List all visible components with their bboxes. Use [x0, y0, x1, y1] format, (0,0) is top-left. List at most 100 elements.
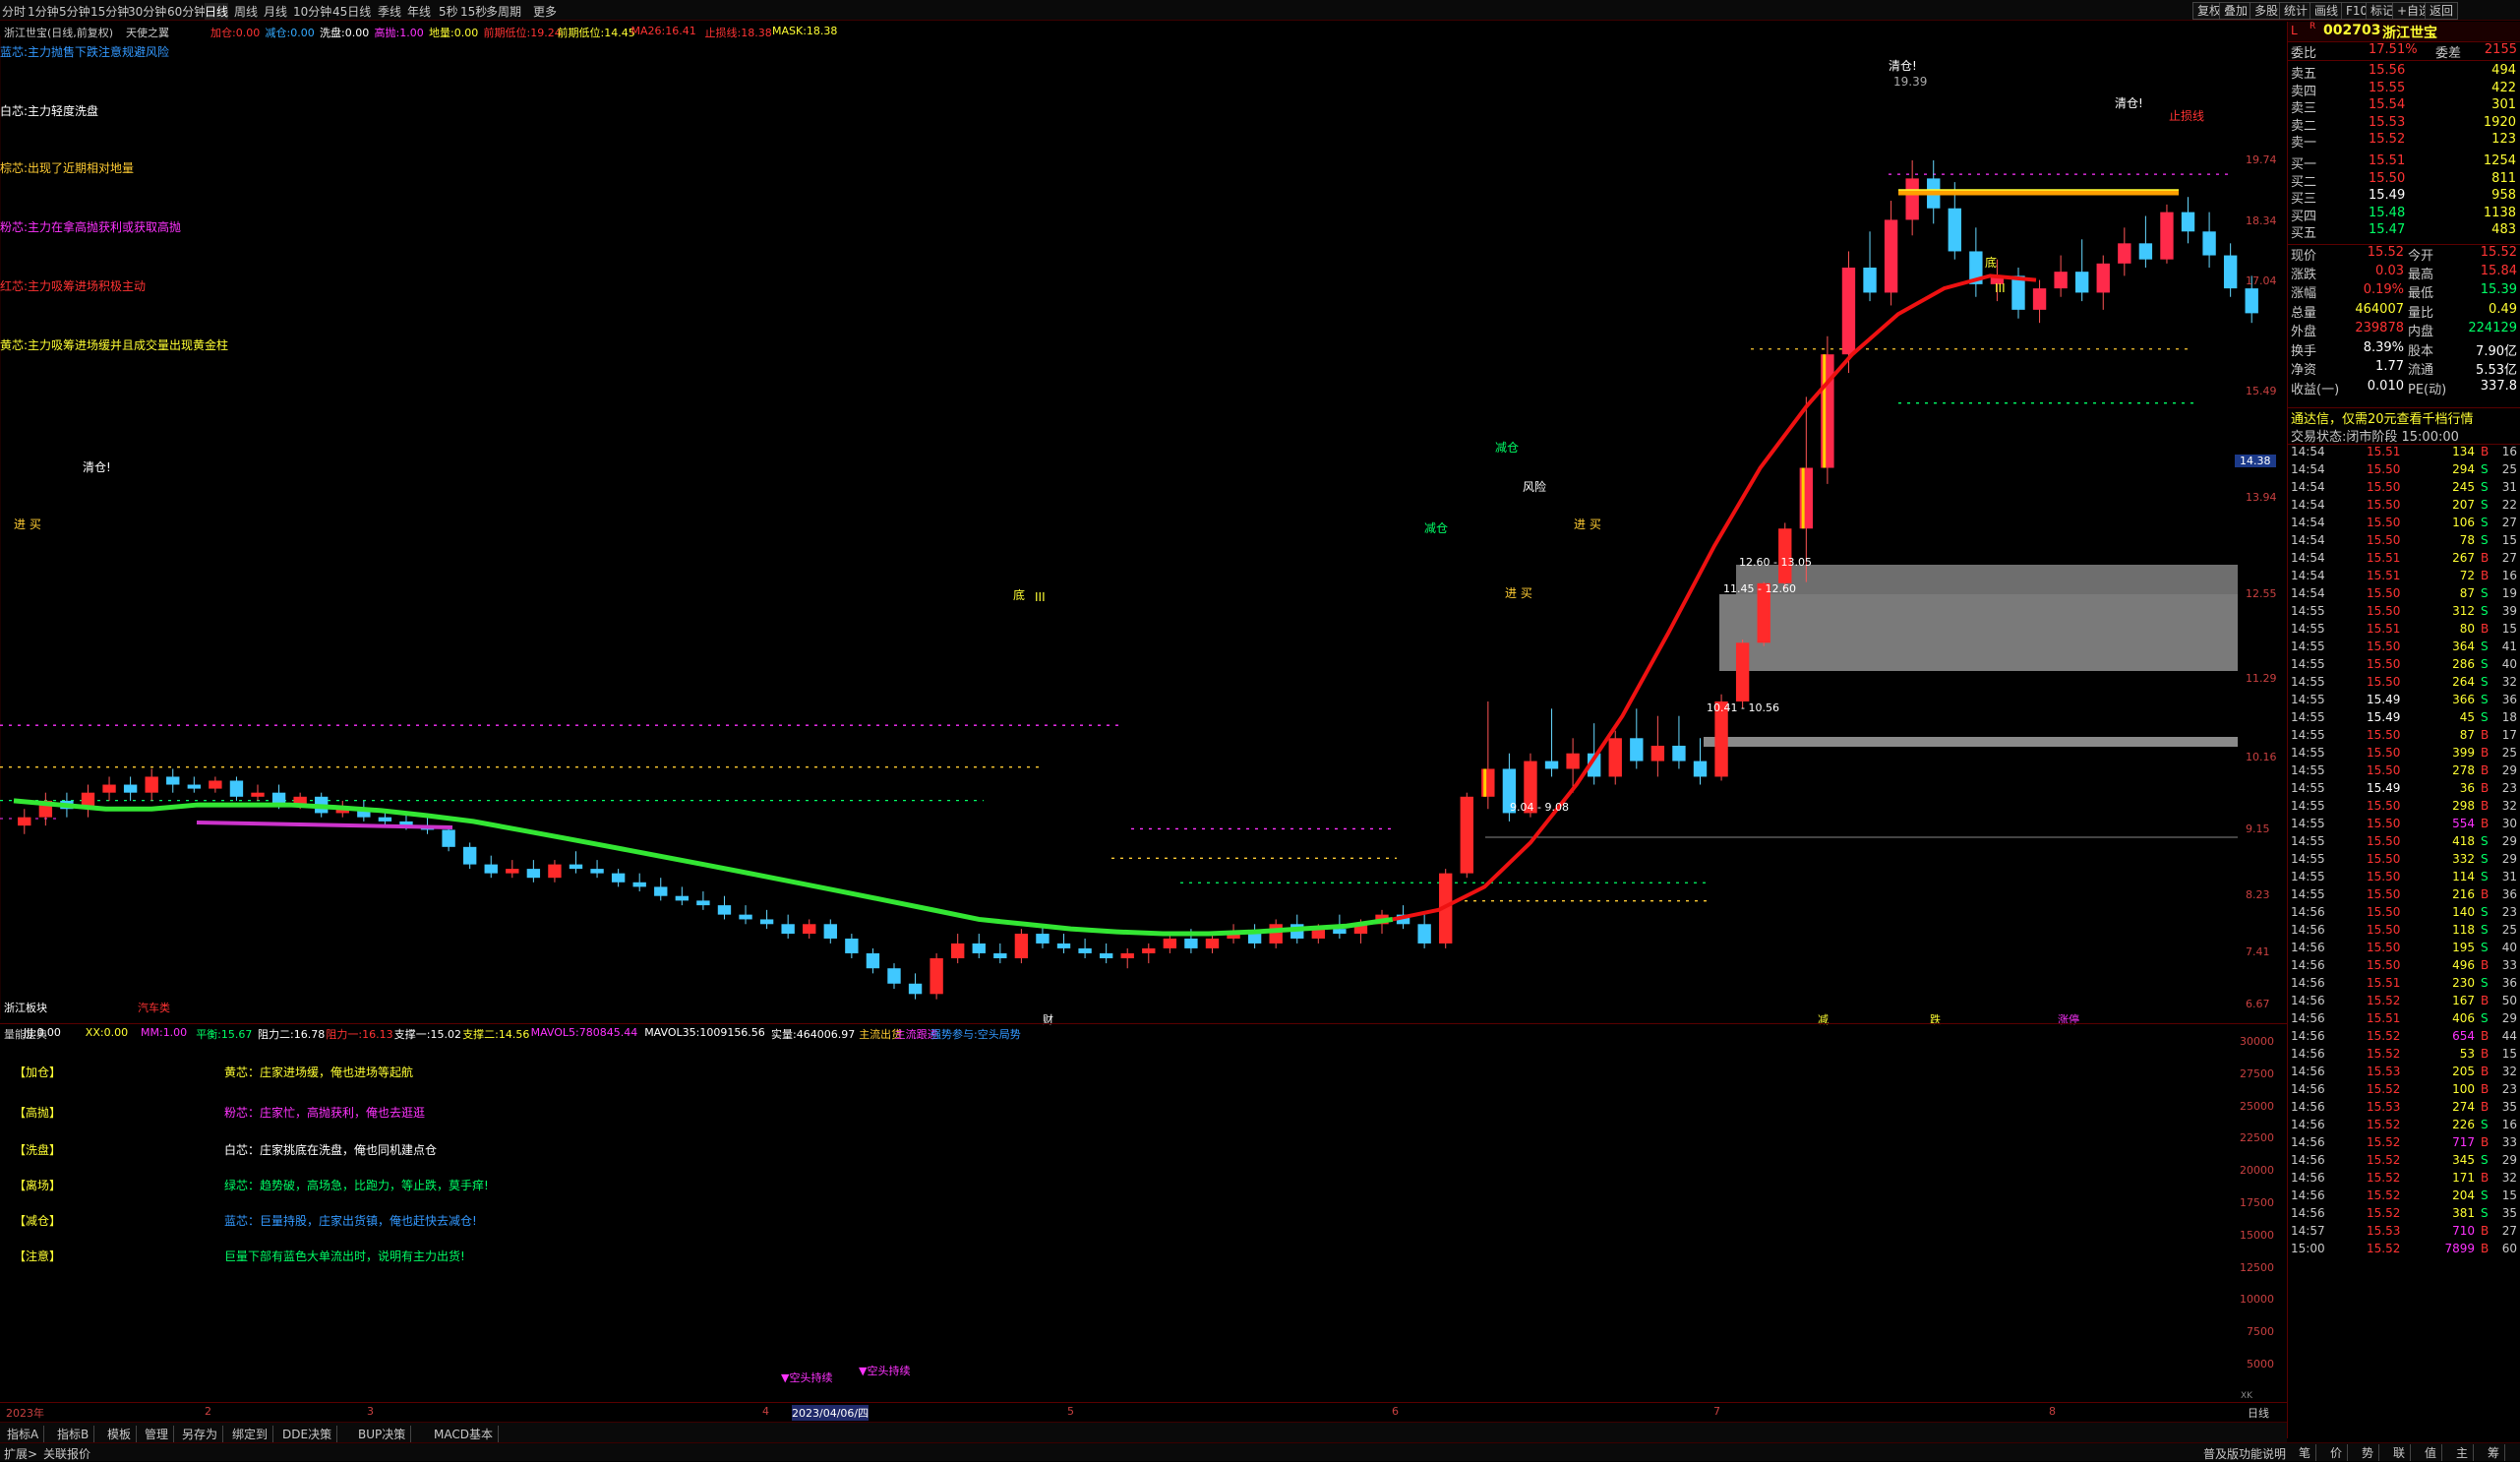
- panel-tab[interactable]: 势: [2357, 1444, 2380, 1461]
- tick-side: B: [2481, 887, 2490, 901]
- tick-time: 14:56: [2291, 923, 2325, 937]
- tick-side: B: [2481, 569, 2490, 582]
- tick-count: 32: [2501, 1171, 2517, 1185]
- bid-row: 买二 15.50 811: [2288, 171, 2520, 190]
- tick-time: 14:55: [2291, 817, 2325, 830]
- tick-count: 18: [2501, 710, 2517, 724]
- toolbar-button[interactable]: 返回: [2425, 2, 2459, 20]
- tick-row: 14:55 15.49 36 B 23: [2288, 781, 2520, 799]
- toolbar-button[interactable]: 多股: [2250, 2, 2284, 20]
- toolbar-button[interactable]: 叠加: [2219, 2, 2253, 20]
- tick-count: 33: [2501, 1135, 2517, 1149]
- tick-row: 14:56 15.53 205 B 32: [2288, 1065, 2520, 1082]
- indicator-tab[interactable]: DDE决策: [277, 1426, 338, 1442]
- tick-side: B: [2481, 1047, 2490, 1061]
- bid-label: 买四: [2291, 209, 2317, 224]
- tick-side: S: [2481, 1011, 2489, 1025]
- indicator-tab[interactable]: 指标A: [2, 1426, 45, 1442]
- toolbar-button[interactable]: 统计: [2279, 2, 2313, 20]
- period-tab[interactable]: 45日线: [332, 3, 371, 20]
- panel-tab[interactable]: 主: [2451, 1444, 2475, 1461]
- period-tab[interactable]: 30分钟: [128, 3, 166, 20]
- tick-time: 14:56: [2291, 1100, 2325, 1114]
- panel-tab[interactable]: 联: [2388, 1444, 2412, 1461]
- tick-price: 15.52: [2367, 1047, 2401, 1061]
- period-tab[interactable]: 月线: [264, 3, 287, 20]
- tick-count: 29: [2501, 1153, 2517, 1167]
- tick-price: 15.52: [2367, 1242, 2401, 1255]
- candle: [739, 914, 752, 920]
- tick-time: 14:54: [2291, 462, 2325, 476]
- tick-price: 15.50: [2367, 817, 2401, 830]
- related-quote-button[interactable]: 关联报价: [43, 1445, 90, 1462]
- tick-volume: 134: [2452, 445, 2475, 458]
- tick-side: S: [2481, 675, 2489, 689]
- kline-chart[interactable]: [0, 35, 2282, 1019]
- period-tab[interactable]: 更多: [533, 3, 557, 20]
- tick-side: B: [2481, 817, 2490, 830]
- period-tab[interactable]: 分时: [2, 3, 26, 20]
- tick-row: 14:54 15.51 72 B 16: [2288, 569, 2520, 586]
- chart-mark: 底: [1985, 256, 1998, 270]
- candle: [2032, 288, 2047, 310]
- tick-volume: 195: [2452, 941, 2475, 954]
- period-tab[interactable]: 10分钟: [293, 3, 331, 20]
- candle: [1036, 934, 1050, 944]
- tick-price: 15.52: [2367, 1118, 2401, 1131]
- expand-button[interactable]: 扩展>: [4, 1445, 37, 1462]
- tick-time: 14:55: [2291, 746, 2325, 760]
- tick-row: 14:56 15.52 167 B 50: [2288, 994, 2520, 1011]
- stat-label: 现价: [2291, 249, 2317, 264]
- tick-volume: 118: [2452, 923, 2475, 937]
- tick-price: 15.50: [2367, 799, 2401, 813]
- indicator-tab[interactable]: 管理: [140, 1426, 175, 1442]
- period-tab[interactable]: 周线: [234, 3, 258, 20]
- panel-tab[interactable]: 筹: [2483, 1444, 2506, 1461]
- indicator-tab[interactable]: 指标B: [52, 1426, 95, 1442]
- indicator-tab[interactable]: MACD基本: [429, 1426, 499, 1442]
- stat-label: 最低: [2408, 286, 2434, 301]
- chart-bottom-mark: 跌: [1930, 1013, 1941, 1026]
- period-tab[interactable]: 多周期: [486, 3, 521, 20]
- tick-row: 14:56 15.52 717 B 33: [2288, 1135, 2520, 1153]
- candle: [145, 776, 158, 793]
- tick-row: 14:56 15.50 140 S 23: [2288, 905, 2520, 923]
- ask-label: 卖二: [2291, 118, 2317, 134]
- tick-row: 14:54 15.50 106 S 27: [2288, 516, 2520, 533]
- candle: [759, 919, 774, 925]
- zone-box: [1719, 594, 2238, 671]
- tick-time: 14:55: [2291, 640, 2325, 653]
- period-tab[interactable]: 15分钟: [90, 3, 129, 20]
- panel-tab[interactable]: 笔: [2294, 1444, 2317, 1461]
- period-tab[interactable]: 5分钟: [59, 3, 90, 20]
- candle: [1735, 642, 1750, 701]
- panel-tab[interactable]: 值: [2420, 1444, 2443, 1461]
- stat-label: 总量: [2291, 305, 2317, 321]
- notice-text: 通达信，仅需20元查看千档行情: [2291, 412, 2474, 427]
- tick-row: 14:56 15.52 226 S 16: [2288, 1118, 2520, 1135]
- tick-time: 14:55: [2291, 622, 2325, 636]
- period-tab[interactable]: 年线: [407, 3, 431, 20]
- upgrade-notice[interactable]: 通达信，仅需20元查看千档行情: [2288, 407, 2520, 427]
- panel-tab[interactable]: 价: [2325, 1444, 2349, 1461]
- tick-volume: 554: [2452, 817, 2475, 830]
- period-tab[interactable]: 15秒: [460, 3, 487, 20]
- tick-volume: 204: [2452, 1188, 2475, 1202]
- webi-label: 委比: [2291, 46, 2317, 61]
- period-tab[interactable]: 5秒: [439, 3, 458, 20]
- candle: [442, 829, 455, 847]
- tick-row: 14:55 15.50 278 B 29: [2288, 763, 2520, 781]
- period-tab[interactable]: 1分钟: [28, 3, 59, 20]
- tick-price: 15.52: [2367, 994, 2401, 1007]
- period-tab[interactable]: 日线: [205, 3, 229, 20]
- toolbar-button[interactable]: 画线: [2310, 2, 2344, 20]
- tick-volume: 312: [2452, 604, 2475, 618]
- indicator-tab[interactable]: 模板: [102, 1426, 138, 1442]
- indicator-tab[interactable]: 绑定到: [227, 1426, 274, 1442]
- period-tab[interactable]: 60分钟: [167, 3, 206, 20]
- date-tick: 2023/04/06/四: [792, 1405, 870, 1421]
- indicator-tab[interactable]: 另存为: [177, 1426, 224, 1442]
- indicator-tab[interactable]: BUP决策: [353, 1426, 412, 1442]
- period-tab[interactable]: 季线: [378, 3, 401, 20]
- feature-info-link[interactable]: 普及版功能说明: [2203, 1445, 2286, 1462]
